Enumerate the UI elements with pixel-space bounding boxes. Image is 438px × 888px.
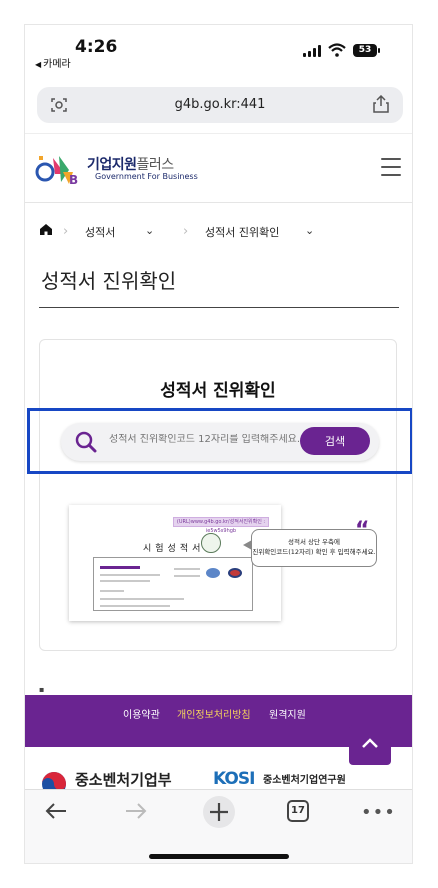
chevron-down-icon[interactable]: ⌄ [145,224,154,237]
sample-certificate-image: (URL)www.g4b.go.kr/성적서진위확인 : ie5w5s9hgb … [69,505,281,621]
breadcrumb: › 성적서 ⌄ › 성적서 진위확인 ⌄ [39,223,399,239]
g4b-logo-icon[interactable]: B [35,152,91,188]
tabs-button[interactable]: 17 [287,800,309,822]
accreditation-badge-icon [228,568,242,578]
footer-link-terms[interactable]: 이용약관 [123,706,160,721]
kosi-logo[interactable]: KOSI [213,769,255,789]
search-button[interactable]: 검색 [300,427,370,455]
card-title: 성적서 진위확인 [160,381,276,401]
forward-arrow-icon[interactable] [125,802,147,820]
more-options-icon[interactable]: ••• [361,802,396,823]
home-indicator [149,854,289,859]
doc-table [93,557,253,611]
site-logo-subtitle: Government For Business [95,172,198,181]
chevron-up-icon [362,738,378,748]
breadcrumb-level1[interactable]: 성적서 [85,224,115,240]
plus-icon [210,803,228,821]
share-icon[interactable] [373,95,389,113]
accreditation-badge-icon [206,568,220,578]
title-divider [39,307,399,308]
mss-name[interactable]: 중소벤처기업부 [75,769,172,790]
browser-frame: 4:26 ◀ 카메라 53 g4b.go.kr:441 B 기업지원플러스 Go… [24,24,413,864]
chevron-down-icon[interactable]: ⌄ [305,224,314,237]
cellular-signal-icon [303,45,321,57]
home-icon[interactable] [39,223,53,236]
small-marker-icon: ▪ [39,685,45,694]
browser-toolbar: 17 ••• [25,789,412,863]
doc-url-box: (URL)www.g4b.go.kr/성적서진위확인 : ie5w5s9hgb [173,517,269,534]
menu-icon[interactable] [381,158,401,176]
back-arrow-icon[interactable] [45,802,67,820]
chevron-right-icon: › [183,224,189,239]
search-icon [75,431,97,453]
footer-link-remote-support[interactable]: 원격지원 [269,706,306,721]
wifi-icon [328,43,346,57]
page-title: 성적서 진위확인 [41,269,177,293]
status-bar: 4:26 ◀ 카메라 53 [25,25,412,73]
url-text: g4b.go.kr:441 [174,97,266,112]
address-bar[interactable]: g4b.go.kr:441 [37,87,403,123]
back-app-label: 카메라 [43,59,71,70]
footer-link-privacy[interactable]: 개인정보처리방침 [177,706,251,721]
tip-line2: 진위확인코드(12자리) 확인 후 입력해주세요. [252,548,376,556]
status-time: 4:26 [75,37,118,57]
doc-heading: 시험성적서 [143,544,205,554]
back-to-app[interactable]: ◀ 카메라 [35,55,71,70]
search-bar: 검색 [61,423,379,461]
chevron-right-icon: › [63,224,69,239]
guide-tooltip: 성적서 상단 우측에 진위확인코드(12자리) 확인 후 입력해주세요. [243,529,377,567]
kosi-name[interactable]: 중소벤처기업연구원 [263,771,346,786]
verification-code-input[interactable] [109,434,299,445]
battery-icon: 53 [353,44,380,57]
seal-icon [201,533,221,553]
site-header: B 기업지원플러스 Government For Business [25,133,412,203]
svg-text:B: B [69,173,78,187]
breadcrumb-level2[interactable]: 성적서 진위확인 [205,224,279,240]
tip-line1: 성적서 상단 우측에 [288,538,340,546]
site-logo-title[interactable]: 기업지원플러스 [87,154,174,174]
new-tab-button[interactable] [203,796,235,828]
